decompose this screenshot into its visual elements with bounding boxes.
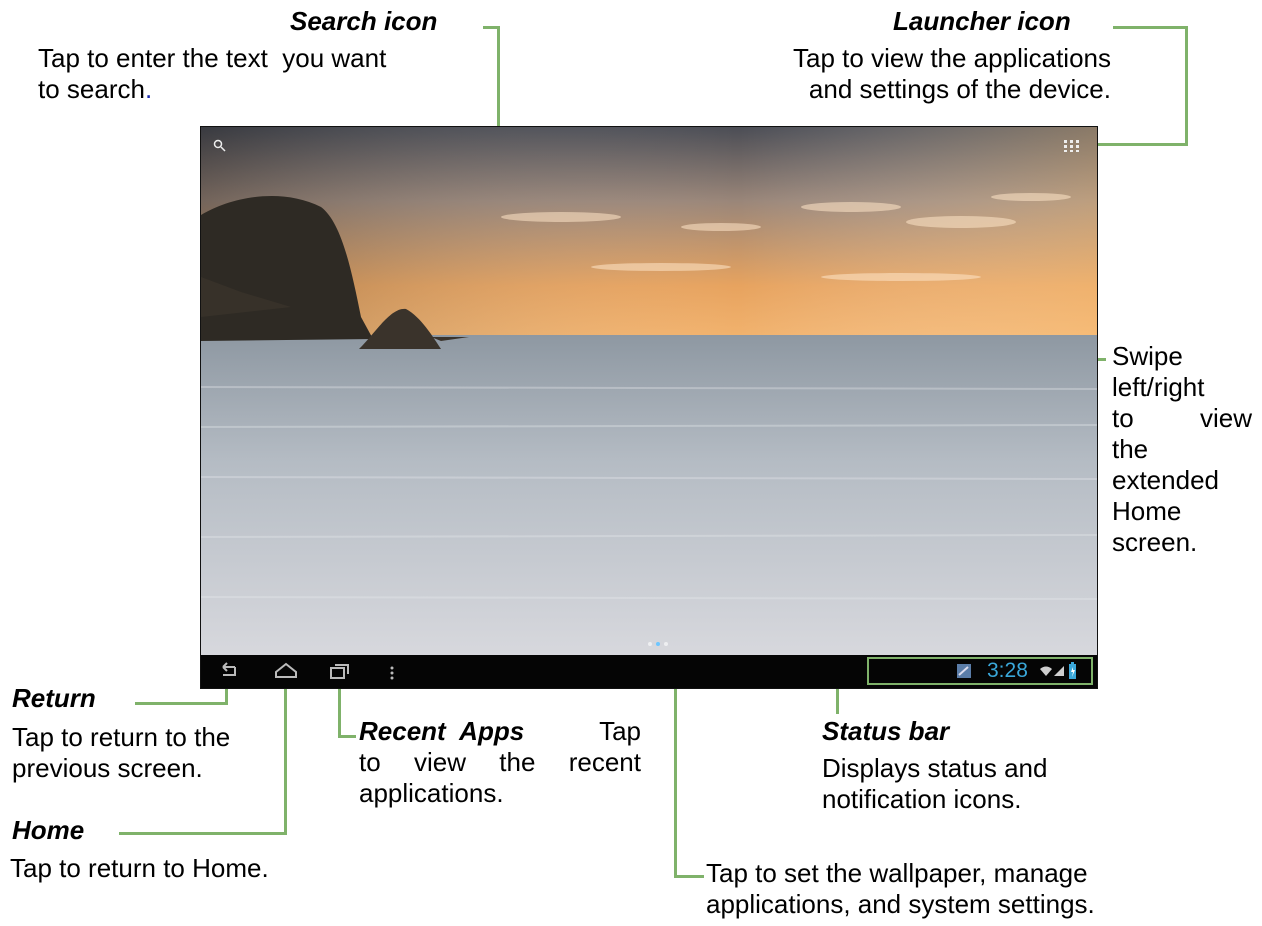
back-icon[interactable]	[215, 661, 241, 683]
status-desc-line2: notification icons.	[822, 784, 1022, 814]
notification-icon[interactable]	[956, 663, 972, 684]
swipe-line: Home	[1112, 496, 1182, 526]
swipe-line: extended	[1112, 465, 1219, 495]
recent-line3: applications.	[359, 778, 504, 808]
recent-apps-icon[interactable]	[327, 661, 353, 683]
recent-line2: to view the recent	[359, 747, 641, 777]
menu-icon[interactable]	[387, 661, 397, 683]
navigation-bar: 3:28	[201, 655, 1097, 688]
swipe-line: screen.	[1112, 527, 1198, 557]
swipe-line: left/right	[1112, 372, 1205, 402]
menu-callout-line	[674, 668, 677, 878]
launcher-callout-line	[1185, 26, 1188, 146]
return-description: Tap to return to the previous screen.	[12, 722, 230, 784]
menu-description: Tap to set the wallpaper, manage applica…	[706, 858, 1095, 920]
swipe-line: the	[1112, 434, 1149, 464]
wallpaper[interactable]	[201, 127, 1097, 655]
swipe-line: to view	[1112, 403, 1252, 433]
launcher-icon-description: Tap to view the applications and setting…	[720, 43, 1111, 105]
battery-icon	[1068, 662, 1077, 685]
status-desc-line1: Displays status and	[822, 753, 1048, 783]
clock: 3:28	[987, 659, 1028, 682]
status-bar-title: Status bar	[822, 716, 950, 746]
recent-apps-description: Recent Apps Tap to view the recent applic…	[359, 716, 641, 809]
launcher-desc-line1: Tap to view the applications	[793, 43, 1111, 73]
return-callout-line	[135, 702, 228, 705]
swipe-line: Swipe	[1112, 341, 1183, 371]
home-icon[interactable]	[273, 661, 299, 683]
signal-icon	[1053, 664, 1065, 683]
return-desc-line1: Tap to return to the	[12, 722, 231, 752]
return-desc-line2: previous screen.	[12, 753, 203, 783]
search-icon[interactable]	[213, 139, 227, 158]
launcher-icon[interactable]	[1063, 139, 1081, 158]
swipe-description: Swipe left/right to view the extended Hom…	[1112, 341, 1252, 558]
launcher-callout-line	[1113, 26, 1188, 29]
search-icon-description: Tap to enter the text you want to search…	[38, 43, 478, 105]
recent-callout-line	[338, 735, 356, 738]
menu-desc-line2: applications, and system settings.	[706, 889, 1095, 919]
search-desc-line1: Tap to enter the text you want	[38, 43, 387, 73]
menu-desc-line1: Tap to set the wallpaper, manage	[706, 858, 1088, 888]
tablet-home-screen[interactable]: 3:28	[200, 126, 1098, 689]
home-callout-line	[119, 832, 287, 835]
home-description: Tap to return to Home.	[10, 853, 269, 883]
search-icon-title: Search icon	[290, 6, 438, 36]
search-desc-line2: to search.	[38, 74, 153, 104]
launcher-desc-line2: and settings of the device.	[808, 74, 1111, 104]
menu-callout-line	[674, 875, 704, 878]
home-title: Home	[12, 815, 85, 845]
launcher-icon-title: Launcher icon	[893, 6, 1071, 36]
return-title: Return	[12, 683, 96, 713]
wifi-icon	[1039, 664, 1053, 683]
status-bar-description: Displays status and notification icons.	[822, 753, 1047, 815]
home-callout-line	[284, 674, 287, 835]
recent-line1: Recent Apps Tap	[359, 716, 641, 746]
